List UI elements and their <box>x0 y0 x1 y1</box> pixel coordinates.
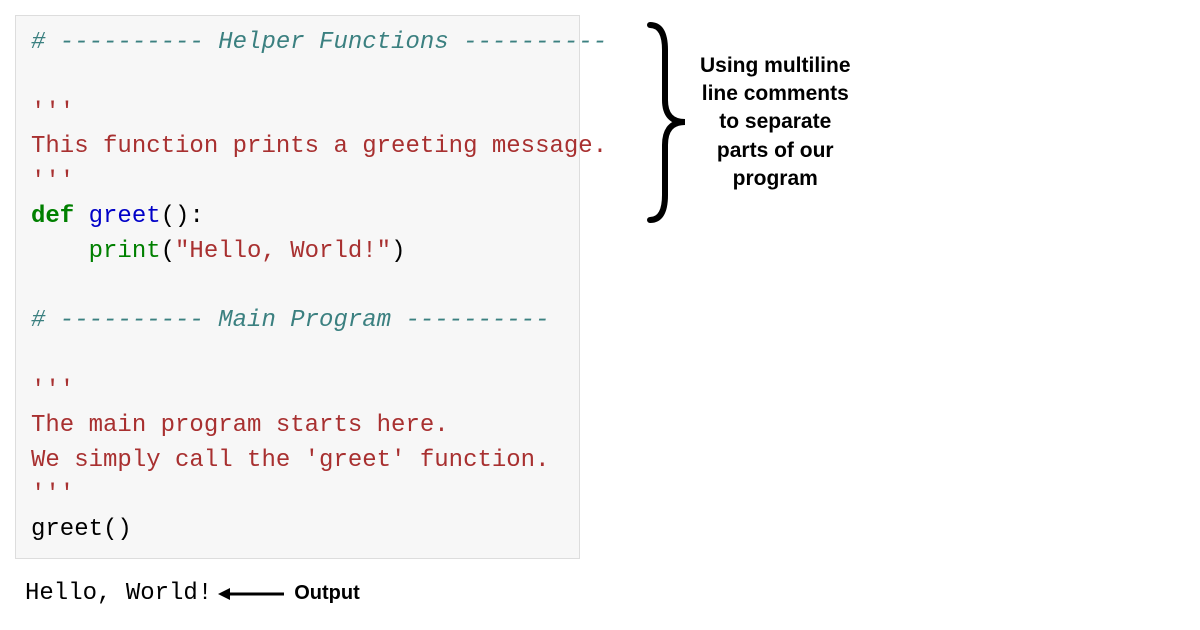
curly-brace-icon <box>640 20 690 225</box>
docstring-text-2a: The main program starts here. <box>31 412 449 439</box>
code-block: # ---------- Helper Functions ----------… <box>15 15 580 559</box>
output-text: Hello, World! <box>25 580 212 607</box>
function-call: greet() <box>31 516 132 543</box>
string-literal: "Hello, World!" <box>175 238 391 265</box>
section-comment-main: # ---------- Main Program ---------- <box>31 307 550 334</box>
docstring-close-1: ''' <box>31 168 74 195</box>
output-row: Hello, World! Output <box>25 580 360 607</box>
docstring-text-2b: We simply call the 'greet' function. <box>31 447 549 474</box>
docstring-close-2: ''' <box>31 481 74 508</box>
print-builtin: print <box>89 238 161 265</box>
def-keyword: def <box>31 203 74 230</box>
arrow-left-icon <box>216 584 286 604</box>
docstring-open-1: ''' <box>31 99 74 126</box>
section-comment-helper: # ---------- Helper Functions ---------- <box>31 29 607 56</box>
function-name: greet <box>89 203 161 230</box>
output-label: Output <box>294 582 360 605</box>
docstring-text-1: This function prints a greeting message. <box>31 133 607 160</box>
annotation-text: Using multiline line comments to separat… <box>700 52 851 194</box>
docstring-open-2: ''' <box>31 377 74 404</box>
